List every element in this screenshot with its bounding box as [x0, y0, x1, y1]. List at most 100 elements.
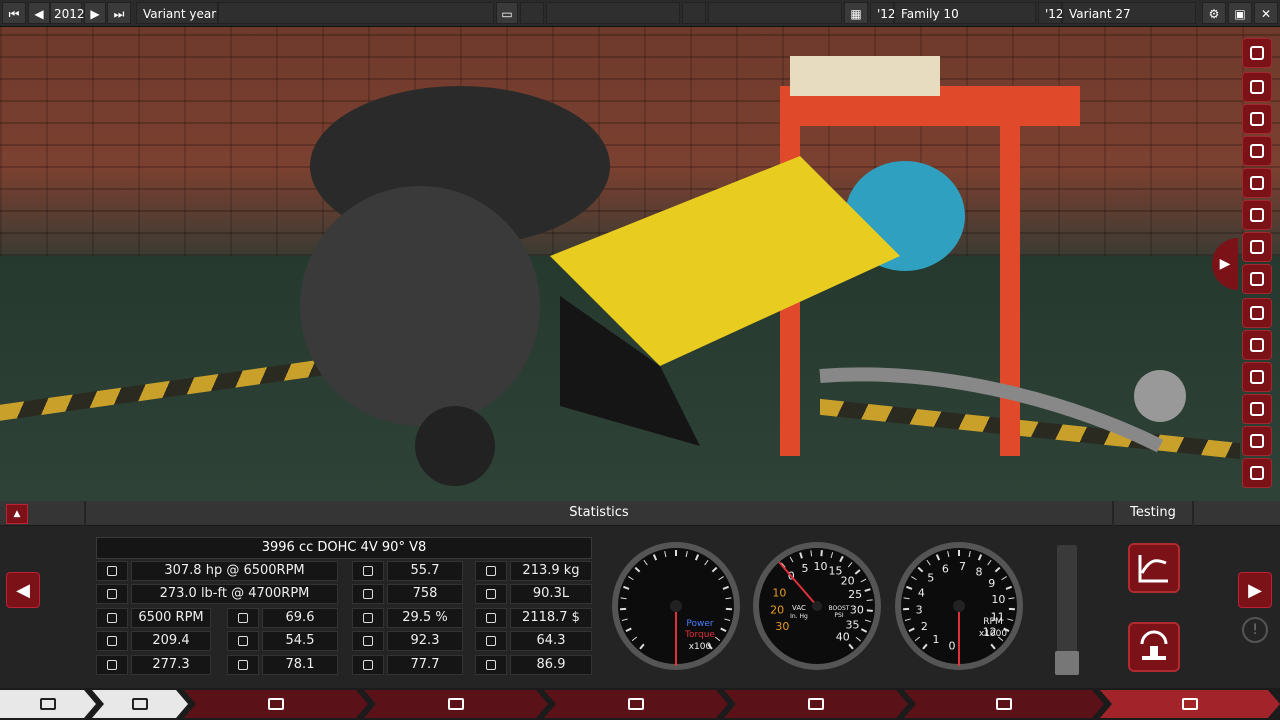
last-year-button[interactable]: ⏭ [107, 2, 131, 24]
next-year-button[interactable]: ▶ [84, 2, 106, 24]
radiator-value: 69.6 [262, 608, 338, 628]
tab-testing[interactable] [1100, 690, 1280, 718]
close-icon[interactable]: ✕ [1254, 2, 1278, 24]
gauge-tick [810, 550, 813, 557]
valves-section-icon[interactable] [1242, 136, 1272, 166]
cost-value: 2118.7 $ [510, 608, 592, 628]
move-icon[interactable] [1242, 458, 1272, 488]
radiator-section-icon[interactable] [1242, 330, 1272, 360]
gauge-tick-label: 4 [918, 586, 925, 599]
aspiration-section-icon[interactable] [1242, 200, 1272, 230]
gauge-tick-label: 40 [836, 631, 850, 644]
testing-header: Testing [1114, 501, 1192, 526]
headers-section-icon[interactable] [1242, 264, 1272, 294]
boost-label: BOOST [829, 605, 850, 612]
empty-slot [520, 2, 544, 24]
gauge-tick-label: 3 [916, 603, 923, 616]
tab-exhaust[interactable] [904, 690, 1104, 718]
engine-model [300, 56, 1186, 486]
radiator-icon [227, 608, 259, 628]
cylinder-section-icon[interactable] [1242, 38, 1272, 68]
gauge-icon [96, 631, 128, 651]
tab-aspiration[interactable] [544, 690, 728, 718]
gauge-tick-label: 8 [976, 565, 983, 578]
gauge-tick-label: 10 [772, 586, 786, 599]
help-icon[interactable]: ! [1242, 617, 1268, 643]
muffler-section-icon[interactable] [1242, 426, 1272, 456]
year-field[interactable]: 2012 [50, 2, 85, 24]
efficiency-value: 758 [387, 584, 463, 604]
gauge-tick [820, 550, 823, 557]
throttle-slider-knob[interactable] [1055, 651, 1079, 675]
fuel-can-icon [352, 608, 384, 628]
variant-name[interactable]: Variant 27 [1062, 2, 1196, 24]
first-year-button[interactable]: ⏮ [2, 2, 26, 24]
turbo-icon [628, 698, 644, 710]
top-toolbar: ⏮ ◀ 2012 ▶ ⏭ Variant year ▭ ▦ '12 Family… [0, 0, 1280, 27]
emissions-value: 77.7 [387, 655, 463, 675]
rpm-value: 6500 RPM [131, 608, 211, 628]
gauge-tick-label: 6 [942, 562, 949, 575]
vac-unit: In. Hg [790, 613, 808, 620]
graph-icon [1138, 555, 1168, 583]
rpm-gauge: 0123456 7 89101112 RPM x1000 [895, 542, 1023, 670]
gauge-tick-label: 9 [988, 577, 995, 590]
tab-fuel[interactable] [724, 690, 908, 718]
engine-block-icon [352, 561, 384, 581]
cost-icon [475, 608, 507, 628]
gear-icon[interactable]: ⚙ [1202, 2, 1226, 24]
gauge-tick-label: 20 [841, 574, 855, 587]
fuel-pump-icon [352, 631, 384, 651]
rpm-unit: x1000 [979, 629, 1008, 639]
piston-section-icon[interactable] [1242, 104, 1272, 134]
gauge-tick-label: 30 [850, 603, 864, 616]
fuel-pump-value: 92.3 [387, 631, 463, 651]
collapse-panel-button[interactable]: ▲ [6, 504, 28, 524]
head-section-icon[interactable] [1242, 394, 1272, 424]
power-icon [96, 561, 128, 581]
intake-section-icon[interactable] [1242, 168, 1272, 198]
gauge-tick-label: 5 [801, 562, 808, 575]
engine-viewport[interactable] [0, 26, 1280, 501]
gauge-value: 209.4 [131, 631, 211, 651]
boost-gauge: 0510152025303540102030 VAC In. Hg BOOST … [753, 542, 881, 670]
prev-section-button[interactable]: ◀ [6, 572, 40, 608]
family-name[interactable]: Family 10 [894, 2, 1036, 24]
next-section-button[interactable]: ▶ [1238, 572, 1272, 608]
prev-year-button[interactable]: ◀ [28, 2, 50, 24]
car-icon[interactable]: ▭ [496, 2, 518, 24]
tab-block[interactable] [0, 690, 96, 718]
engine-block-value: 55.7 [387, 561, 463, 581]
cooling-icon [96, 655, 128, 675]
efficiency-icon [352, 584, 384, 604]
run-test-button[interactable] [1128, 622, 1180, 672]
tab-top-end[interactable] [184, 690, 368, 718]
engine-block-icon [40, 698, 56, 710]
tab-timing[interactable] [364, 690, 548, 718]
gauge-tick-label: 1 [933, 633, 940, 646]
power-unit: x100 [689, 642, 712, 652]
gauge-tick-label: 35 [845, 618, 859, 631]
crank-section-icon[interactable] [1242, 72, 1272, 102]
rpm-label: RPM [983, 617, 1002, 627]
rpm-icon [96, 608, 128, 628]
engine-list-icon[interactable]: ▦ [844, 2, 868, 24]
dyno-icon [1140, 630, 1168, 660]
sound-value: 78.1 [262, 655, 338, 675]
pistons-icon [132, 698, 148, 710]
empty-slot [218, 2, 494, 24]
save-icon[interactable]: ▣ [1228, 2, 1252, 24]
block-section-icon[interactable] [1242, 362, 1272, 392]
torque-value: 273.0 lb-ft @ 4700RPM [131, 584, 338, 604]
camshaft-icon [268, 698, 284, 710]
turbo-section-icon[interactable] [1242, 232, 1272, 262]
exhaust-section-icon[interactable] [1242, 298, 1272, 328]
service-icon [475, 631, 507, 651]
dyno-graph-button[interactable] [1128, 543, 1180, 593]
empty-slot [708, 2, 842, 24]
gauge-tick-label: 7 [959, 560, 966, 573]
gauge-tick [866, 609, 873, 612]
gauge-tick-label: 2 [921, 620, 928, 633]
tab-bottom-end[interactable] [92, 690, 188, 718]
timing-icon [448, 698, 464, 710]
